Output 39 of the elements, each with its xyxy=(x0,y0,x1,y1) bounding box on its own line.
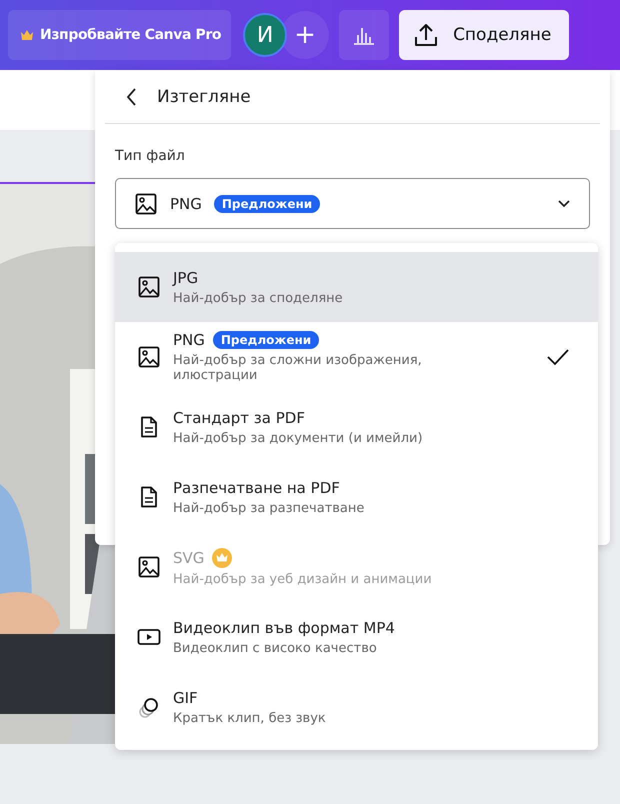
share-button[interactable]: Споделяне xyxy=(399,10,570,60)
file-type-dropdown[interactable]: PNG Предложени xyxy=(115,178,590,229)
animation-icon xyxy=(137,695,161,719)
option-description: Най-добър за документи (и имейли) xyxy=(173,430,424,446)
insights-button[interactable] xyxy=(339,10,390,60)
avatar[interactable]: И xyxy=(243,13,288,57)
option-description: Най-добър за уеб дизайн и анимации xyxy=(173,572,433,586)
suggested-badge: Предложени xyxy=(212,331,320,349)
option-description: Най-добър за сложни изображения, илюстрации xyxy=(173,353,423,383)
option-title: PNG xyxy=(173,331,205,349)
image-icon xyxy=(137,555,161,579)
chevron-icon xyxy=(557,198,571,208)
option-description: Най-добър за споделяне xyxy=(173,290,344,306)
upload-icon xyxy=(413,22,440,48)
file-type-option[interactable]: GIF Кратък клип, без звук xyxy=(115,672,598,742)
option-title: SVG xyxy=(173,548,204,566)
option-description: Кратък клип, без звук xyxy=(173,710,327,726)
file-type-option[interactable]: Стандарт за PDF Най-добър за документи (и имейли) xyxy=(115,392,598,462)
bar-chart-icon xyxy=(353,25,376,45)
suggested-badge: Предложени xyxy=(214,194,320,212)
image-icon xyxy=(137,345,161,369)
panel-title: Изтегляне xyxy=(157,86,251,106)
file-type-option[interactable]: PNG Предложени Най-добър за сложни изображения, илюстрации xyxy=(115,322,598,392)
image-icon xyxy=(134,192,158,216)
option-title: Стандарт за PDF xyxy=(173,408,305,426)
try-pro-button[interactable]: Изпробвайте Canva Pro xyxy=(8,10,232,60)
option-title: GIF xyxy=(173,688,198,706)
option-description: Видеоклип с високо качество xyxy=(173,640,378,656)
field-label: Тип файл xyxy=(115,148,186,164)
option-title: Видеоклип във формат MP4 xyxy=(173,618,395,636)
option-description: Най-добър за разпечатване xyxy=(173,500,366,516)
image-icon xyxy=(137,275,161,299)
file-type-option[interactable]: JPG Най-добър за споделяне xyxy=(115,252,598,322)
crown-icon xyxy=(20,29,34,41)
option-title: JPG xyxy=(173,268,198,286)
file-type-option[interactable]: Разпечатване на PDF Най-добър за разпечатване xyxy=(115,462,598,532)
option-title: Разпечатване на PDF xyxy=(173,478,340,496)
file-type-option[interactable]: Видеоклип във формат MP4 Видеоклип с високо качество xyxy=(115,602,598,672)
add-button[interactable]: + xyxy=(281,11,330,59)
